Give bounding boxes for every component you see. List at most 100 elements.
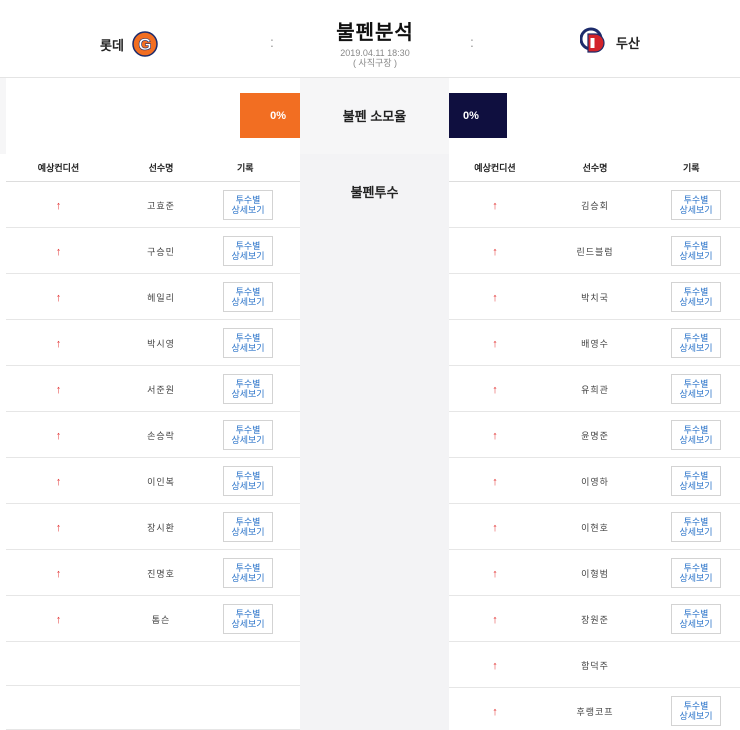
- pitcher-detail-button[interactable]: 투수별 상세보기: [671, 419, 721, 450]
- detail-label-line2: 상세보기: [679, 250, 713, 261]
- player-cell: 장원준: [541, 610, 649, 628]
- home-rows: ↑ 고효준 투수별 상세보기 ↑ 구승민 투수별 상세보기 ↑ 헤일리 투수별 상세보기 ↑ 박시영 투수별…: [6, 182, 300, 642]
- condition-cell: ↑: [449, 702, 541, 720]
- player-cell: 장시환: [111, 518, 211, 536]
- detail-label-line1: 투수별: [235, 240, 261, 251]
- table-row: ↑ 이형범 투수별 상세보기: [449, 550, 740, 596]
- player-cell: 이인복: [111, 472, 211, 490]
- arrow-up-icon: ↑: [492, 383, 498, 396]
- player-cell: 후랭코프: [541, 702, 649, 720]
- table-row: ↑ 이영하 투수별 상세보기: [449, 458, 740, 504]
- detail-label-line1: 투수별: [683, 378, 709, 389]
- arrow-up-icon: ↑: [492, 337, 498, 350]
- arrow-up-icon: ↑: [55, 245, 62, 258]
- condition-cell: ↑: [449, 288, 541, 306]
- record-cell: 투수별 상세보기: [211, 465, 300, 496]
- pitcher-detail-button[interactable]: 투수별 상세보기: [671, 603, 721, 634]
- pitcher-detail-button[interactable]: 투수별 상세보기: [223, 373, 273, 404]
- condition-cell: ↑: [6, 288, 111, 306]
- condition-cell: ↑: [449, 472, 541, 490]
- arrow-up-icon: ↑: [492, 291, 498, 304]
- player-name: 진명호: [147, 568, 175, 579]
- table-row: ↑ 이현호 투수별 상세보기: [449, 504, 740, 550]
- pitcher-detail-button[interactable]: 투수별 상세보기: [671, 235, 721, 266]
- pitcher-detail-button[interactable]: 투수별 상세보기: [223, 511, 273, 542]
- pitcher-detail-button[interactable]: 투수별 상세보기: [671, 327, 721, 358]
- game-datetime: 2019.04.11 18:30: [340, 48, 410, 58]
- detail-label-line1: 투수별: [235, 516, 261, 527]
- home-team-name: 롯데: [100, 37, 124, 53]
- header-separator-left: :: [270, 34, 274, 50]
- player-name: 고효준: [147, 200, 175, 211]
- record-cell: 투수별 상세보기: [211, 235, 300, 266]
- column-record: 기록: [237, 163, 254, 173]
- detail-label-line1: 투수별: [235, 286, 261, 297]
- pitcher-detail-button[interactable]: 투수별 상세보기: [223, 557, 273, 588]
- column-player: 선수명: [582, 163, 608, 173]
- pitcher-detail-button[interactable]: 투수별 상세보기: [671, 695, 721, 726]
- pitcher-detail-button[interactable]: 투수별 상세보기: [223, 465, 273, 496]
- pitcher-detail-button[interactable]: 투수별 상세보기: [223, 281, 273, 312]
- player-cell: 톰슨: [111, 610, 211, 628]
- record-cell: 투수별 상세보기: [211, 189, 300, 220]
- player-name: 린드블럼: [576, 246, 614, 257]
- player-cell: 진명호: [111, 564, 211, 582]
- record-cell: 투수별 상세보기: [211, 603, 300, 634]
- condition-cell: ↑: [449, 380, 541, 398]
- record-cell: 투수별 상세보기: [211, 281, 300, 312]
- player-name: 이영하: [581, 476, 609, 487]
- empty-row: [6, 642, 300, 686]
- table-row: ↑ 배영수 투수별 상세보기: [449, 320, 740, 366]
- detail-label-line2: 상세보기: [679, 388, 713, 399]
- empty-row: [6, 686, 300, 730]
- column-player: 선수명: [148, 163, 174, 173]
- table-row: ↑ 박치국 투수별 상세보기: [449, 274, 740, 320]
- condition-cell: ↑: [6, 518, 111, 536]
- record-cell: 투수별 상세보기: [649, 327, 740, 358]
- home-exhaustion-bar: 0%: [240, 93, 300, 138]
- player-name: 톰슨: [151, 614, 171, 625]
- record-cell: 투수별 상세보기: [649, 281, 740, 312]
- away-rows: ↑ 김승회 투수별 상세보기 ↑ 린드블럼 투수별 상세보기 ↑ 박치국 투수별 상세보기 ↑ 배영수 투수…: [449, 182, 740, 730]
- pitcher-detail-button[interactable]: 투수별 상세보기: [223, 189, 273, 220]
- condition-cell: ↑: [449, 334, 541, 352]
- player-cell: 이형범: [541, 564, 649, 582]
- detail-label-line1: 투수별: [235, 470, 261, 481]
- table-row: ↑ 장원준 투수별 상세보기: [449, 596, 740, 642]
- arrow-up-icon: ↑: [55, 291, 62, 304]
- arrow-up-icon: ↑: [55, 475, 62, 488]
- arrow-up-icon: ↑: [492, 705, 498, 718]
- player-cell: 손승락: [111, 426, 211, 444]
- doosan-bears-logo-icon: [579, 27, 608, 57]
- condition-cell: ↑: [6, 472, 111, 490]
- record-cell: 투수별 상세보기: [649, 465, 740, 496]
- bullpen-exhaustion-band: 0% 불펜 소모율 0%: [0, 78, 740, 154]
- pitcher-detail-button[interactable]: 투수별 상세보기: [671, 373, 721, 404]
- player-cell: 박치국: [541, 288, 649, 306]
- pitcher-detail-button[interactable]: 투수별 상세보기: [223, 419, 273, 450]
- detail-label-line2: 상세보기: [231, 480, 265, 491]
- player-cell: 서준원: [111, 380, 211, 398]
- center-column: 불펜투수: [300, 154, 449, 730]
- detail-label-line1: 투수별: [683, 470, 709, 481]
- detail-label-line2: 상세보기: [231, 388, 265, 399]
- arrow-up-icon: ↑: [55, 429, 62, 442]
- pitcher-detail-button[interactable]: 투수별 상세보기: [671, 511, 721, 542]
- pitcher-detail-button[interactable]: 투수별 상세보기: [223, 603, 273, 634]
- detail-label-line1: 투수별: [235, 332, 261, 343]
- pitcher-detail-button[interactable]: 투수별 상세보기: [223, 327, 273, 358]
- detail-label-line1: 투수별: [683, 332, 709, 343]
- pitcher-detail-button[interactable]: 투수별 상세보기: [671, 557, 721, 588]
- player-cell: 함덕주: [541, 656, 649, 674]
- pitcher-detail-button[interactable]: 투수별 상세보기: [223, 235, 273, 266]
- condition-cell: ↑: [449, 518, 541, 536]
- detail-label-line2: 상세보기: [231, 204, 265, 215]
- pitcher-detail-button[interactable]: 투수별 상세보기: [671, 189, 721, 220]
- detail-label-line1: 투수별: [683, 516, 709, 527]
- arrow-up-icon: ↑: [492, 475, 498, 488]
- detail-label-line1: 투수별: [683, 562, 709, 573]
- pitcher-detail-button[interactable]: 투수별 상세보기: [671, 281, 721, 312]
- pitcher-detail-button[interactable]: 투수별 상세보기: [671, 465, 721, 496]
- detail-label-line2: 상세보기: [231, 526, 265, 537]
- player-name: 구승민: [147, 246, 175, 257]
